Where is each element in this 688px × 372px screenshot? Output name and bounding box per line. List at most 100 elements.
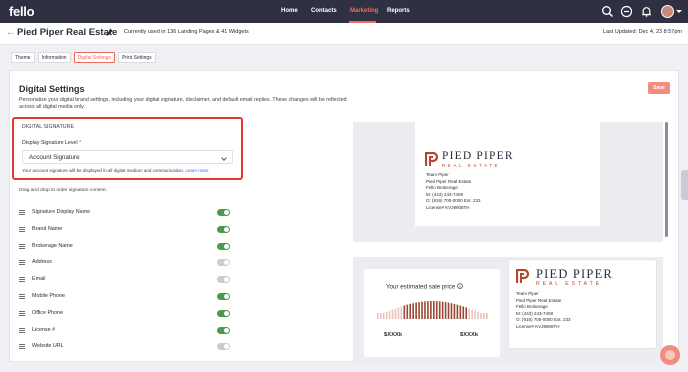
price-bar xyxy=(382,312,385,319)
signature-field-toggle[interactable] xyxy=(217,309,230,317)
signature-field-toggle[interactable] xyxy=(217,242,230,250)
signature-field-row[interactable]: Address xyxy=(19,258,231,268)
drag-handle-icon[interactable] xyxy=(19,210,25,215)
signature-field-label: Office Phone xyxy=(32,309,64,316)
info-icon[interactable] xyxy=(457,283,463,289)
signature-card: PIED PIPER REAL ESTATE Team Piper Pied P… xyxy=(415,122,600,226)
price-bar xyxy=(468,308,470,319)
chat-launcher-button[interactable] xyxy=(660,345,680,365)
tab-digital-settings[interactable]: Digital Settings xyxy=(73,52,115,63)
signature-field-row[interactable]: Brokerage Name xyxy=(19,242,231,252)
drag-instructions: Drag and drop to order signature content… xyxy=(19,188,107,193)
price-bar xyxy=(412,303,414,319)
user-avatar[interactable] xyxy=(661,5,674,18)
price-bar xyxy=(400,306,403,319)
signature-field-toggle[interactable] xyxy=(217,259,230,267)
toggle-knob xyxy=(224,243,229,249)
save-button[interactable]: Save xyxy=(648,82,670,94)
digital-signature-panel: DIGITAL SIGNATURE Display Signature Leve… xyxy=(12,117,243,180)
drag-handle-icon[interactable] xyxy=(19,344,25,350)
signature-level-select[interactable]: Account Signature xyxy=(22,150,233,164)
page-title: Pied Piper Real Estate xyxy=(17,27,118,38)
price-bar xyxy=(471,309,473,319)
nav-item-contacts[interactable]: Contacts xyxy=(311,0,337,23)
signature-field-label: Mobile Phone xyxy=(32,293,65,299)
signature-field-row[interactable]: Mobile Phone xyxy=(19,292,231,302)
minus-circle-icon[interactable] xyxy=(620,5,633,18)
price-bar xyxy=(388,310,391,319)
signature-field-toggle[interactable] xyxy=(217,343,230,351)
drag-handle-icon[interactable] xyxy=(19,260,25,266)
signature-field-row[interactable]: Email xyxy=(19,275,231,285)
price-title: Your estimated sale price xyxy=(386,283,463,291)
signature-field-label: Brand Name xyxy=(32,225,63,232)
drag-handle-icon[interactable] xyxy=(19,327,25,333)
nav-item-marketing[interactable]: Marketing xyxy=(350,0,378,23)
toggle-knob xyxy=(224,344,229,350)
signature-note-text: Your account signature will be displayed… xyxy=(22,168,185,173)
signature-field-row[interactable]: Brand Name xyxy=(19,225,231,235)
drag-handle-icon[interactable] xyxy=(19,226,25,232)
learn-more-link[interactable]: Learn more xyxy=(185,168,208,173)
bell-icon[interactable] xyxy=(640,5,653,18)
back-arrow-icon[interactable]: ← xyxy=(6,27,16,38)
brand-logo-icon xyxy=(425,152,439,166)
side-panel-handle[interactable] xyxy=(681,170,688,200)
license-number: License# KVJ9908TH xyxy=(426,204,470,210)
office-phone: O: (916) 700-0000 Ext. 233 xyxy=(516,317,571,322)
search-icon[interactable] xyxy=(601,5,614,18)
signature-field-row[interactable]: License # xyxy=(19,326,231,336)
preview-scrollbar[interactable] xyxy=(665,122,668,237)
brand-subtitle: REAL ESTATE xyxy=(536,281,602,287)
signature-field-toggle[interactable] xyxy=(217,276,230,284)
brand-name: PIED PIPER xyxy=(442,150,514,162)
price-bar xyxy=(444,302,447,319)
sale-price-card: Your estimated sale price $XXXk $XXXk xyxy=(364,269,500,357)
tab-information[interactable]: Information xyxy=(37,52,71,63)
signature-field-row[interactable]: Signature Display Name xyxy=(19,208,231,218)
price-range-bars xyxy=(377,301,488,319)
drag-handle-icon[interactable] xyxy=(19,310,25,316)
price-bar xyxy=(465,307,468,319)
signature-field-row[interactable]: Website URL xyxy=(19,342,231,352)
email-signature-preview: PIED PIPER REAL ESTATE Team Piper Pied P… xyxy=(353,122,663,242)
drag-handle-icon[interactable] xyxy=(19,243,25,249)
signature-heading: DIGITAL SIGNATURE xyxy=(22,124,74,130)
widget-signature-preview: Your estimated sale price $XXXk $XXXk PI… xyxy=(353,257,663,363)
signature-field-label: Website URL xyxy=(32,343,64,350)
nav-item-home[interactable]: Home xyxy=(281,0,298,23)
price-bar xyxy=(377,313,379,319)
signature-field-label: Signature Display Name xyxy=(32,209,91,215)
tab-print-settings[interactable]: Print Settings xyxy=(117,52,156,63)
signature-level-label: Display Signature Level * xyxy=(22,140,81,146)
price-bar xyxy=(415,302,417,319)
drag-handle-icon[interactable] xyxy=(19,277,25,283)
price-bar xyxy=(453,303,456,319)
price-bar xyxy=(441,301,444,319)
price-bar xyxy=(450,303,453,319)
price-bar xyxy=(403,305,406,319)
signature-field-toggle[interactable] xyxy=(217,225,230,233)
nav-item-reports[interactable]: Reports xyxy=(387,0,410,23)
signature-field-toggle[interactable] xyxy=(217,209,230,216)
pencil-icon[interactable] xyxy=(105,28,114,37)
price-bar xyxy=(421,301,423,319)
toggle-knob xyxy=(224,294,229,299)
signature-note: Your account signature will be displayed… xyxy=(22,168,208,173)
signature-level-label-text: Display Signature Level xyxy=(22,140,78,146)
drag-handle-icon[interactable] xyxy=(19,294,25,299)
price-bar xyxy=(433,301,435,319)
price-bar xyxy=(438,301,441,319)
price-low: $XXXk xyxy=(384,332,403,338)
price-bar xyxy=(391,309,394,319)
toggle-knob xyxy=(224,226,229,232)
price-bar xyxy=(459,305,462,319)
tab-theme[interactable]: Theme xyxy=(11,52,35,63)
app-logo[interactable]: fello xyxy=(9,4,35,19)
signature-field-row[interactable]: Office Phone xyxy=(19,309,231,319)
price-bar xyxy=(418,302,420,319)
signature-field-toggle[interactable] xyxy=(217,326,230,334)
signature-field-toggle[interactable] xyxy=(217,293,230,300)
signature-field-label: Email xyxy=(32,276,46,283)
chevron-down-icon[interactable] xyxy=(676,10,682,13)
